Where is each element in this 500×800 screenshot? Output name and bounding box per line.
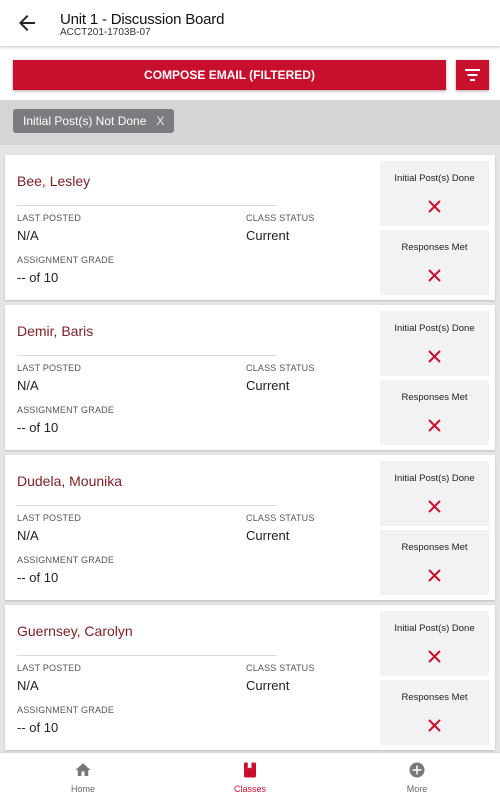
student-name[interactable]: Demir, Baris — [17, 323, 93, 339]
assignment-grade-value: -- of 10 — [17, 270, 59, 285]
assignment-grade-label: ASSIGNMENT GRADE — [17, 705, 115, 715]
responses-label: Responses Met — [401, 242, 468, 253]
initial-posts-status: Initial Post(s) Done — [380, 461, 489, 526]
student-card[interactable]: Bee, Lesley LAST POSTED N/A CLASS STATUS Cur… — [5, 155, 495, 300]
bottom-navigation: Home Classes More — [0, 752, 500, 800]
initial-posts-label: Initial Post(s) Done — [394, 623, 475, 634]
active-filters-bar: Initial Post(s) Not Done X — [0, 100, 500, 145]
divider — [17, 505, 277, 506]
class-status-label: CLASS STATUS — [246, 363, 315, 373]
student-name[interactable]: Bee, Lesley — [17, 173, 90, 189]
class-status-value: Current — [246, 678, 290, 693]
responses-status: Responses Met — [380, 230, 489, 295]
assignment-grade-label: ASSIGNMENT GRADE — [17, 405, 115, 415]
not-done-x-icon — [428, 350, 441, 363]
responses-label: Responses Met — [401, 692, 468, 703]
not-done-x-icon — [428, 419, 441, 432]
initial-posts-status: Initial Post(s) Done — [380, 161, 489, 226]
initial-posts-status: Initial Post(s) Done — [380, 611, 489, 676]
nav-more-label: More — [406, 784, 428, 794]
page-title: Unit 1 - Discussion Board — [60, 11, 225, 28]
responses-status: Responses Met — [380, 380, 489, 445]
app-bar: Unit 1 - Discussion Board ACCT201-1703B-… — [0, 0, 500, 46]
remove-filter-icon[interactable]: X — [156, 109, 164, 133]
class-status-label: CLASS STATUS — [246, 513, 315, 523]
student-name[interactable]: Guernsey, Carolyn — [17, 623, 133, 639]
responses-label: Responses Met — [401, 542, 468, 553]
nav-more[interactable]: More — [334, 753, 500, 800]
filter-chip[interactable]: Initial Post(s) Not Done X — [13, 109, 175, 133]
not-done-x-icon — [428, 200, 441, 213]
last-posted-value: N/A — [17, 528, 39, 543]
class-status-label: CLASS STATUS — [246, 213, 315, 223]
not-done-x-icon — [428, 650, 441, 663]
not-done-x-icon — [428, 569, 441, 582]
responses-label: Responses Met — [401, 392, 468, 403]
assignment-grade-label: ASSIGNMENT GRADE — [17, 555, 115, 565]
last-posted-value: N/A — [17, 228, 39, 243]
last-posted-label: LAST POSTED — [17, 663, 82, 673]
home-icon — [75, 763, 91, 776]
not-done-x-icon — [428, 719, 441, 732]
book-icon — [244, 762, 256, 778]
nav-home[interactable]: Home — [0, 753, 166, 800]
initial-posts-label: Initial Post(s) Done — [394, 473, 475, 484]
initial-posts-label: Initial Post(s) Done — [394, 323, 475, 334]
filter-chip-label: Initial Post(s) Not Done — [23, 114, 147, 128]
class-status-value: Current — [246, 228, 290, 243]
assignment-grade-value: -- of 10 — [17, 420, 59, 435]
assignment-grade-label: ASSIGNMENT GRADE — [17, 255, 115, 265]
initial-posts-label: Initial Post(s) Done — [394, 173, 475, 184]
back-arrow-icon[interactable] — [14, 11, 40, 35]
responses-status: Responses Met — [380, 530, 489, 595]
last-posted-label: LAST POSTED — [17, 513, 82, 523]
student-card[interactable]: Demir, Baris LAST POSTED N/A CLASS STATUS Cu… — [5, 305, 495, 450]
initial-posts-status: Initial Post(s) Done — [380, 311, 489, 376]
plus-circle-icon — [409, 762, 425, 778]
divider — [17, 355, 277, 356]
class-status-value: Current — [246, 378, 290, 393]
compose-email-button[interactable]: COMPOSE EMAIL (FILTERED) — [13, 60, 446, 90]
not-done-x-icon — [428, 500, 441, 513]
last-posted-value: N/A — [17, 678, 39, 693]
last-posted-label: LAST POSTED — [17, 213, 82, 223]
class-status-label: CLASS STATUS — [246, 663, 315, 673]
not-done-x-icon — [428, 269, 441, 282]
divider — [17, 655, 277, 656]
nav-classes-label: Classes — [233, 784, 266, 794]
assignment-grade-value: -- of 10 — [17, 570, 59, 585]
divider — [17, 205, 277, 206]
class-status-value: Current — [246, 528, 290, 543]
last-posted-value: N/A — [17, 378, 39, 393]
responses-status: Responses Met — [380, 680, 489, 745]
assignment-grade-value: -- of 10 — [17, 720, 59, 735]
student-card[interactable]: Guernsey, Carolyn LAST POSTED N/A CLASS STA… — [5, 605, 495, 750]
filter-button[interactable] — [456, 60, 489, 90]
nav-classes[interactable]: Classes — [167, 753, 333, 800]
nav-home-label: Home — [70, 784, 95, 794]
student-name[interactable]: Dudela, Mounika — [17, 473, 122, 489]
action-row: COMPOSE EMAIL (FILTERED) — [0, 46, 500, 100]
filter-icon — [465, 69, 480, 81]
last-posted-label: LAST POSTED — [17, 363, 82, 373]
course-code: ACCT201-1703B-07 — [60, 27, 151, 38]
student-card[interactable]: Dudela, Mounika LAST POSTED N/A CLASS STATU… — [5, 455, 495, 600]
